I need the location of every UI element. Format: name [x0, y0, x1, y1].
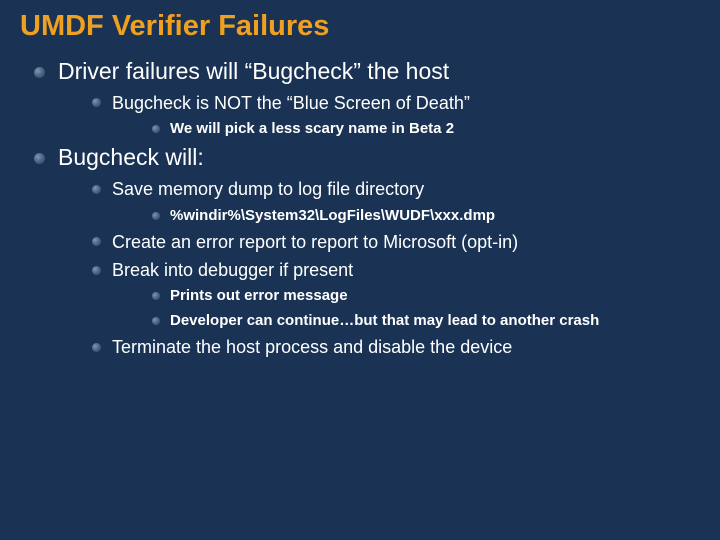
bullet-text: Terminate the host process and disable t… [112, 337, 512, 357]
bullet-text: Break into debugger if present [112, 260, 353, 280]
bullet-text: Bugcheck is NOT the “Blue Screen of Deat… [112, 93, 470, 113]
bullet-list: Driver failures will “Bugcheck” the host… [20, 57, 700, 359]
bullet-text: Prints out error message [170, 287, 348, 304]
list-item: Save memory dump to log file directory %… [88, 177, 700, 226]
bullet-text: Bugcheck will: [58, 144, 204, 170]
list-item: We will pick a less scary name in Beta 2 [148, 119, 700, 139]
list-item: Bugcheck will: Save memory dump to log f… [30, 143, 700, 359]
slide: UMDF Verifier Failures Driver failures w… [0, 0, 720, 540]
bullet-text: Save memory dump to log file directory [112, 179, 424, 199]
list-item: Developer can continue…but that may lead… [148, 311, 700, 331]
bullet-text: Create an error report to report to Micr… [112, 232, 518, 252]
list-item: Prints out error message [148, 286, 700, 306]
slide-title: UMDF Verifier Failures [20, 10, 700, 43]
bullet-text: Developer can continue…but that may lead… [170, 312, 599, 329]
list-item: Bugcheck is NOT the “Blue Screen of Deat… [88, 91, 700, 140]
list-item: Create an error report to report to Micr… [88, 230, 700, 254]
list-item: Driver failures will “Bugcheck” the host… [30, 57, 700, 139]
bullet-text: %windir%\System32\LogFiles\WUDF\xxx.dmp [170, 207, 495, 224]
list-item: Break into debugger if present Prints ou… [88, 258, 700, 331]
list-item: %windir%\System32\LogFiles\WUDF\xxx.dmp [148, 206, 700, 226]
bullet-text: We will pick a less scary name in Beta 2 [170, 120, 454, 137]
bullet-text: Driver failures will “Bugcheck” the host [58, 58, 449, 84]
list-item: Terminate the host process and disable t… [88, 335, 700, 359]
